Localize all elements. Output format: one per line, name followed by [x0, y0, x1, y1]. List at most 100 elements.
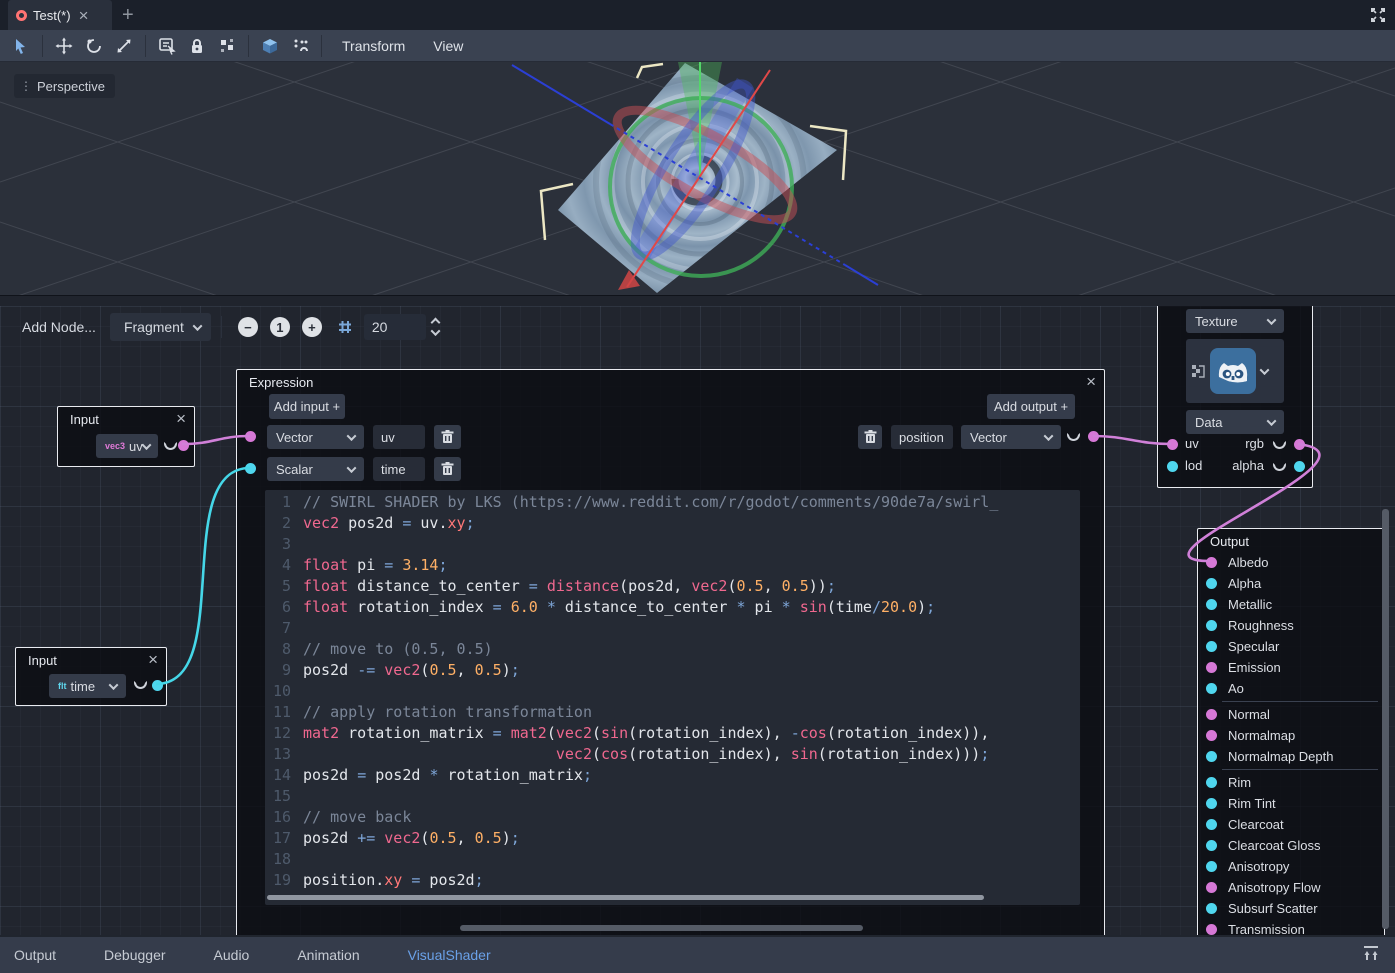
- add-node-button[interactable]: Add Node...: [12, 319, 106, 335]
- chevron-down-icon[interactable]: [1260, 365, 1270, 375]
- code-hscrollbar[interactable]: [267, 895, 984, 900]
- port-dot[interactable]: [1206, 924, 1217, 935]
- list-select-icon[interactable]: [152, 33, 182, 59]
- port-dot[interactable]: [1206, 641, 1217, 652]
- port-dot[interactable]: [1206, 620, 1217, 631]
- port-texture-alpha-out[interactable]: [1294, 461, 1305, 472]
- fullscreen-icon[interactable]: [1361, 0, 1395, 30]
- port-dot[interactable]: [1206, 840, 1217, 851]
- graph-canvas[interactable]: Input × vec3 uv Input × flt: [0, 306, 1395, 935]
- texture-preview[interactable]: [1186, 339, 1284, 403]
- port-dot[interactable]: [1206, 709, 1217, 720]
- texture-data-dropdown[interactable]: Data: [1186, 410, 1284, 434]
- snap-toggle-button[interactable]: [332, 314, 358, 340]
- port-dot[interactable]: [1206, 683, 1217, 694]
- bottom-tab-audio[interactable]: Audio: [202, 947, 262, 963]
- output-port-emission: Emission: [1198, 657, 1384, 678]
- port-dot[interactable]: [1206, 599, 1217, 610]
- port-time-out[interactable]: [152, 680, 163, 691]
- output-type-dropdown[interactable]: Vector: [961, 425, 1061, 449]
- port-dot[interactable]: [1206, 819, 1217, 830]
- scale-tool-icon[interactable]: [109, 33, 139, 59]
- port-dot[interactable]: [1206, 730, 1217, 741]
- port-dot[interactable]: [1206, 777, 1217, 788]
- rotate-tool-icon[interactable]: [79, 33, 109, 59]
- port-expression-uv-in[interactable]: [245, 431, 256, 442]
- port-dot[interactable]: [1206, 798, 1217, 809]
- expression-code-editor[interactable]: 1// SWIRL SHADER by LKS (https://www.red…: [265, 490, 1080, 905]
- port-expression-time-in[interactable]: [245, 463, 256, 474]
- port-texture-uv-in[interactable]: [1167, 439, 1178, 450]
- preview-toggle-icon[interactable]: [1273, 463, 1286, 471]
- view-menu[interactable]: View: [419, 30, 477, 62]
- output-type: Vector: [970, 430, 1007, 445]
- graph-node-output[interactable]: Output AlbedoAlphaMetallicRoughnessSpecu…: [1197, 528, 1385, 935]
- graph-node-texture[interactable]: Texture: [1157, 306, 1313, 488]
- port-texture-rgb-out[interactable]: [1294, 439, 1305, 450]
- delete-input-button[interactable]: [434, 425, 461, 449]
- graph-hscrollbar[interactable]: [460, 925, 863, 931]
- chevron-down-icon: [430, 326, 440, 336]
- input-type-dropdown[interactable]: Scalar: [267, 457, 364, 481]
- graph-vscrollbar[interactable]: [1382, 509, 1389, 929]
- port-dot[interactable]: [1206, 903, 1217, 914]
- select-tool-icon[interactable]: [6, 33, 36, 59]
- zoom-out-button[interactable]: −: [238, 317, 258, 337]
- port-texture-lod-in[interactable]: [1167, 461, 1178, 472]
- bottom-tab-output[interactable]: Output: [14, 947, 68, 963]
- close-icon[interactable]: ×: [176, 410, 186, 427]
- port-label: Normalmap Depth: [1228, 749, 1334, 764]
- move-tool-icon[interactable]: [49, 33, 79, 59]
- bottom-tab-debugger[interactable]: Debugger: [92, 947, 178, 963]
- output-name-field[interactable]: position: [891, 425, 953, 449]
- port-dot[interactable]: [1206, 861, 1217, 872]
- graph-node-input-uv[interactable]: Input × vec3 uv: [57, 406, 195, 467]
- zoom-in-button[interactable]: +: [302, 317, 322, 337]
- graph-node-input-time[interactable]: Input × flt time: [15, 647, 167, 706]
- local-space-cube-icon[interactable]: [255, 33, 285, 59]
- close-icon[interactable]: ×: [1086, 373, 1096, 390]
- port-dot[interactable]: [1206, 578, 1217, 589]
- snap-step-spinbox[interactable]: 20: [364, 314, 426, 340]
- port-expression-position-out[interactable]: [1088, 431, 1099, 442]
- port-uv-out[interactable]: [178, 440, 189, 451]
- preview-toggle-icon[interactable]: [1067, 433, 1080, 441]
- input-source-dropdown[interactable]: flt time: [49, 674, 126, 698]
- input-source-dropdown[interactable]: vec3 uv: [96, 434, 158, 458]
- output-port-roughness: Roughness: [1198, 615, 1384, 636]
- group-icon[interactable]: [212, 33, 242, 59]
- bottom-tab-animation[interactable]: Animation: [285, 947, 371, 963]
- snap-step-stepper[interactable]: [432, 319, 439, 336]
- 3d-viewport[interactable]: ⋮ Perspective: [0, 62, 1395, 295]
- input-name-field[interactable]: time: [373, 457, 425, 481]
- bottom-tab-visualshader[interactable]: VisualShader: [396, 947, 503, 963]
- preview-toggle-icon[interactable]: [134, 681, 147, 689]
- texture-source-dropdown[interactable]: Texture: [1186, 309, 1284, 333]
- preview-toggle-icon[interactable]: [164, 442, 177, 450]
- port-dot[interactable]: [1206, 557, 1217, 568]
- close-icon[interactable]: ×: [148, 651, 158, 668]
- port-dot[interactable]: [1206, 662, 1217, 673]
- port-dot[interactable]: [1206, 882, 1217, 893]
- output-port-ao: Ao: [1198, 678, 1384, 699]
- zoom-reset-button[interactable]: 1: [270, 317, 290, 337]
- input-type-dropdown[interactable]: Vector: [267, 425, 364, 449]
- delete-input-button[interactable]: [434, 457, 461, 481]
- delete-output-button[interactable]: [858, 425, 882, 449]
- new-tab-button[interactable]: +: [112, 0, 144, 30]
- add-output-button[interactable]: Add output +: [987, 394, 1075, 419]
- output-port-normalmap-depth: Normalmap Depth: [1198, 746, 1384, 767]
- shader-mode-dropdown[interactable]: Fragment: [110, 313, 211, 341]
- transform-menu[interactable]: Transform: [328, 30, 419, 62]
- graph-node-expression[interactable]: Expression × Add input + Add output + Ve…: [236, 369, 1105, 935]
- close-icon[interactable]: ×: [79, 7, 89, 24]
- add-input-button[interactable]: Add input +: [269, 394, 345, 419]
- scene-tab[interactable]: Test(*) ×: [8, 0, 112, 30]
- expand-bottom-panel-icon[interactable]: [1361, 945, 1381, 966]
- snap-mode-icon[interactable]: [285, 33, 315, 59]
- perspective-button[interactable]: ⋮ Perspective: [14, 74, 115, 98]
- preview-toggle-icon[interactable]: [1273, 441, 1286, 449]
- port-dot[interactable]: [1206, 751, 1217, 762]
- lock-icon[interactable]: [182, 33, 212, 59]
- input-name-field[interactable]: uv: [373, 425, 425, 449]
